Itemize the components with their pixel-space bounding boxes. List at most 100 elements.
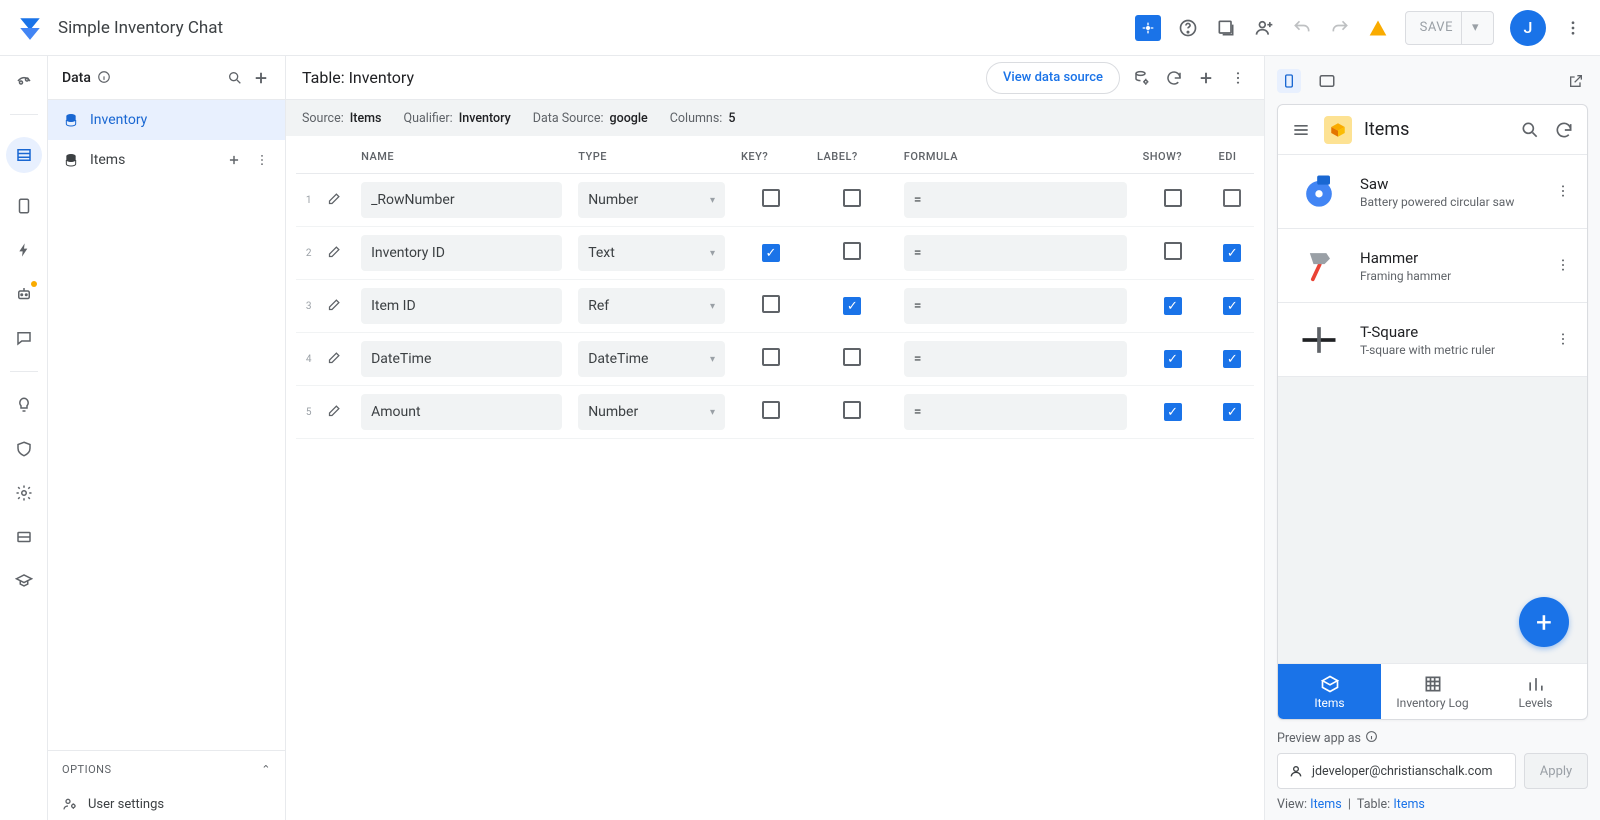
show-checkbox[interactable]: [1164, 297, 1182, 315]
key-checkbox[interactable]: [762, 295, 780, 313]
column-name-input[interactable]: Inventory ID: [361, 235, 562, 271]
add-table-icon[interactable]: [251, 68, 271, 88]
preview-list-item[interactable]: T-Square T-square with metric ruler: [1278, 303, 1587, 377]
preview-tab[interactable]: Items: [1278, 664, 1381, 719]
editable-checkbox[interactable]: [1223, 403, 1241, 421]
column-name-input[interactable]: Amount: [361, 394, 562, 430]
formula-input[interactable]: =: [904, 235, 1127, 271]
redo-icon[interactable]: [1329, 17, 1351, 39]
apply-button[interactable]: Apply: [1524, 753, 1588, 789]
add-slice-icon[interactable]: [225, 151, 243, 169]
rail-manage-icon[interactable]: [13, 526, 35, 548]
label-checkbox[interactable]: [843, 189, 861, 207]
rail-views-icon[interactable]: [13, 195, 35, 217]
list-item-more-icon[interactable]: [1555, 331, 1573, 349]
rail-bot-icon[interactable]: [13, 283, 35, 305]
rail-data-icon[interactable]: [6, 137, 42, 173]
preview-mobile-icon[interactable]: [1277, 69, 1301, 93]
options-toggle[interactable]: OPTIONS ⌃: [48, 751, 285, 788]
preview-tablet-icon[interactable]: [1315, 69, 1339, 93]
warning-icon[interactable]: [1367, 17, 1389, 39]
table-meta-row: Source:Items Qualifier:Inventory Data So…: [286, 100, 1264, 136]
key-checkbox[interactable]: [762, 348, 780, 366]
column-type-select[interactable]: Number▾: [578, 182, 725, 218]
column-type-select[interactable]: Ref▾: [578, 288, 725, 324]
add-user-icon[interactable]: [1253, 17, 1275, 39]
formula-input[interactable]: =: [904, 182, 1127, 218]
rail-chat-icon[interactable]: [13, 327, 35, 349]
show-checkbox[interactable]: [1164, 403, 1182, 421]
edit-column-icon[interactable]: [327, 195, 342, 210]
rail-settings-icon[interactable]: [13, 482, 35, 504]
rail-learn-icon[interactable]: [13, 570, 35, 592]
editable-checkbox[interactable]: [1223, 297, 1241, 315]
info-icon[interactable]: [97, 70, 113, 86]
column-type-select[interactable]: Number▾: [578, 394, 725, 430]
show-checkbox[interactable]: [1164, 189, 1182, 207]
open-preview-icon[interactable]: [1564, 69, 1588, 93]
footer-table-link[interactable]: Items: [1393, 797, 1425, 812]
label-checkbox[interactable]: [843, 297, 861, 315]
fab-add-button[interactable]: +: [1519, 597, 1569, 647]
view-data-source-button[interactable]: View data source: [986, 62, 1120, 94]
edit-column-icon[interactable]: [327, 407, 342, 422]
user-settings-item[interactable]: User settings: [48, 788, 285, 820]
formula-input[interactable]: =: [904, 341, 1127, 377]
label-checkbox[interactable]: [843, 242, 861, 260]
table-item-inventory[interactable]: Inventory: [48, 100, 285, 140]
key-checkbox[interactable]: [762, 244, 780, 262]
add-column-icon[interactable]: [1196, 68, 1216, 88]
editable-checkbox[interactable]: [1223, 244, 1241, 262]
formula-input[interactable]: =: [904, 288, 1127, 324]
app-title: Simple Inventory Chat: [58, 18, 223, 38]
label-checkbox[interactable]: [843, 348, 861, 366]
label-checkbox[interactable]: [843, 401, 861, 419]
preview-list-item[interactable]: Hammer Framing hammer: [1278, 229, 1587, 303]
item-image: [1292, 165, 1346, 219]
rail-intelligence-icon[interactable]: [13, 394, 35, 416]
edit-column-icon[interactable]: [327, 354, 342, 369]
preview-list-item[interactable]: Saw Battery powered circular saw: [1278, 155, 1587, 229]
editable-checkbox[interactable]: [1223, 350, 1241, 368]
rail-security-icon[interactable]: [13, 438, 35, 460]
table-more-icon[interactable]: [253, 151, 271, 169]
preview-tab[interactable]: Levels: [1484, 664, 1587, 719]
list-item-more-icon[interactable]: [1555, 183, 1573, 201]
table-settings-icon[interactable]: [1132, 68, 1152, 88]
column-name-input[interactable]: DateTime: [361, 341, 562, 377]
list-item-more-icon[interactable]: [1555, 257, 1573, 275]
search-tables-icon[interactable]: [225, 68, 245, 88]
regenerate-icon[interactable]: [1164, 68, 1184, 88]
editable-checkbox[interactable]: [1223, 189, 1241, 207]
formula-input[interactable]: =: [904, 394, 1127, 430]
column-type-select[interactable]: DateTime▾: [578, 341, 725, 377]
preview-email-field[interactable]: jdeveloper@christianschalk.com: [1277, 753, 1516, 789]
key-checkbox[interactable]: [762, 401, 780, 419]
column-name-input[interactable]: Item ID: [361, 288, 562, 324]
editor-more-icon[interactable]: [1228, 68, 1248, 88]
table-item-items[interactable]: Items: [48, 140, 285, 180]
versions-icon[interactable]: [1215, 17, 1237, 39]
column-name-input[interactable]: _RowNumber: [361, 182, 562, 218]
rail-home-icon[interactable]: [13, 70, 35, 92]
key-checkbox[interactable]: [762, 189, 780, 207]
info-icon[interactable]: [1365, 730, 1378, 747]
edit-column-icon[interactable]: [327, 301, 342, 316]
show-checkbox[interactable]: [1164, 242, 1182, 260]
preview-refresh-icon[interactable]: [1553, 119, 1575, 141]
preview-search-icon[interactable]: [1519, 119, 1541, 141]
chevron-down-icon[interactable]: ▾: [1461, 12, 1479, 44]
save-button[interactable]: SAVE▾: [1405, 11, 1494, 45]
more-icon[interactable]: [1562, 17, 1584, 39]
show-checkbox[interactable]: [1164, 350, 1182, 368]
user-avatar[interactable]: J: [1510, 10, 1546, 46]
hamburger-icon[interactable]: [1290, 119, 1312, 141]
share-icon[interactable]: [1135, 15, 1161, 41]
column-type-select[interactable]: Text▾: [578, 235, 725, 271]
edit-column-icon[interactable]: [327, 248, 342, 263]
preview-tab[interactable]: Inventory Log: [1381, 664, 1484, 719]
footer-view-link[interactable]: Items: [1310, 797, 1342, 812]
help-icon[interactable]: [1177, 17, 1199, 39]
undo-icon[interactable]: [1291, 17, 1313, 39]
rail-actions-icon[interactable]: [13, 239, 35, 261]
